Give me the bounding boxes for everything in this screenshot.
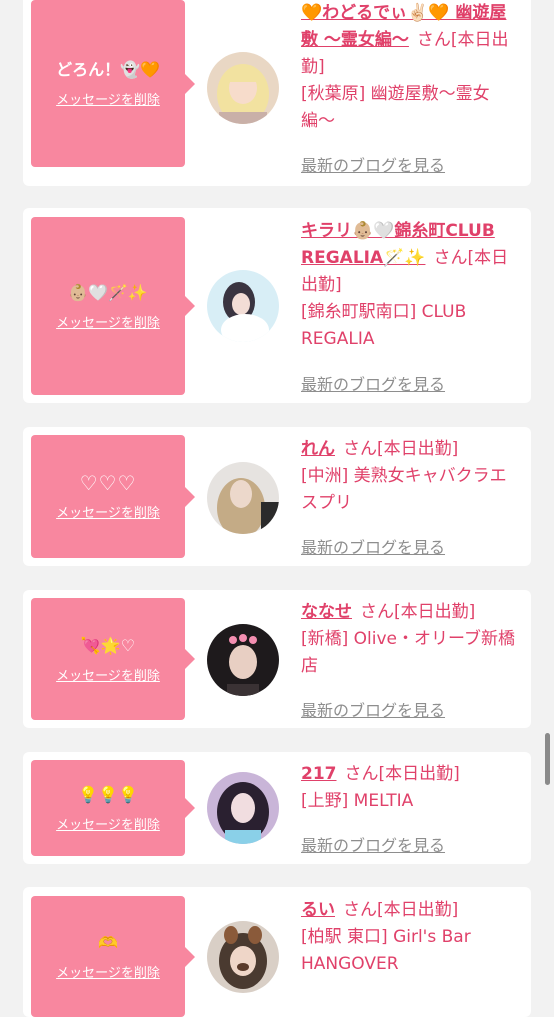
delete-message-link[interactable]: メッセージを削除 — [56, 502, 160, 521]
avatar[interactable] — [207, 624, 279, 696]
message-text: どろん！👻🧡 — [56, 60, 160, 79]
status-text: さん[本日出勤] — [344, 764, 460, 784]
avatar[interactable] — [207, 462, 279, 534]
delete-message-link[interactable]: メッセージを削除 — [56, 962, 160, 981]
message-bubble: 🫶 メッセージを削除 — [31, 896, 195, 1017]
message-text: 🫶 — [98, 933, 118, 952]
status-text: さん[本日出勤] — [343, 900, 459, 920]
message-card: 👶🏼🤍🪄✨ メッセージを削除 キラリ👶🏼🤍錦糸町CLUB REGALIA🪄✨ さん… — [23, 208, 531, 403]
girl-info: るい さん[本日出勤] [柏駅 東口] Girl's Bar HANGOVER — [301, 897, 521, 978]
message-card: ♡♡♡ メッセージを削除 れん さん[本日出勤] [中洲] 美熟女キャバクラエスプ… — [23, 427, 531, 566]
message-bubble: どろん！👻🧡 メッセージを削除 — [31, 0, 195, 167]
girl-info: れん さん[本日出勤] [中洲] 美熟女キャバクラエスプリ — [301, 436, 521, 517]
avatar[interactable] — [207, 52, 279, 124]
message-text: 💡💡💡 — [78, 784, 138, 804]
girl-name-link[interactable]: ななせ — [301, 602, 352, 622]
girl-info: キラリ👶🏼🤍錦糸町CLUB REGALIA🪄✨ さん[本日出勤] [錦糸町駅南口]… — [301, 218, 521, 353]
avatar[interactable] — [207, 270, 279, 342]
message-bubble: 👶🏼🤍🪄✨ メッセージを削除 — [31, 217, 195, 395]
latest-blog-link[interactable]: 最新のブログを見る — [301, 371, 445, 395]
girl-name-link[interactable]: れん — [301, 439, 335, 459]
girl-info: 217 さん[本日出勤] [上野] MELTIA — [301, 761, 521, 815]
message-text: 👶🏼🤍🪄✨ — [68, 282, 148, 302]
shop-text: [新橋] Olive・オリーブ新橋店 — [301, 629, 515, 676]
status-text: さん[本日出勤] — [343, 439, 459, 459]
message-text: 💘🌟♡ — [80, 635, 136, 655]
delete-message-link[interactable]: メッセージを削除 — [56, 89, 160, 108]
delete-message-link[interactable]: メッセージを削除 — [56, 814, 160, 833]
delete-message-link[interactable]: メッセージを削除 — [56, 665, 160, 684]
latest-blog-link[interactable]: 最新のブログを見る — [301, 152, 445, 176]
girl-name-link[interactable]: るい — [301, 900, 335, 920]
scrollbar[interactable] — [545, 733, 550, 785]
shop-text: [柏駅 東口] Girl's Bar HANGOVER — [301, 927, 471, 974]
shop-text: [錦糸町駅南口] CLUB REGALIA — [301, 302, 467, 349]
latest-blog-link[interactable]: 最新のブログを見る — [301, 534, 445, 558]
message-text: ♡♡♡ — [79, 471, 137, 495]
message-card: どろん！👻🧡 メッセージを削除 🧡わどるでぃ✌🏻🧡 幽遊屋敷 〜霊女編〜 さん[本… — [23, 0, 531, 186]
message-bubble: 💘🌟♡ メッセージを削除 — [31, 598, 195, 720]
latest-blog-link[interactable]: 最新のブログを見る — [301, 832, 445, 856]
message-bubble: ♡♡♡ メッセージを削除 — [31, 435, 195, 558]
girl-info: 🧡わどるでぃ✌🏻🧡 幽遊屋敷 〜霊女編〜 さん[本日出勤] [秋葉原] 幽遊屋敷〜… — [301, 0, 521, 135]
avatar[interactable] — [207, 921, 279, 993]
girl-name-link[interactable]: 217 — [301, 764, 337, 784]
message-card: 🫶 メッセージを削除 るい さん[本日出勤] [柏駅 東口] Girl's Bar… — [23, 887, 531, 1017]
shop-text: [中洲] 美熟女キャバクラエスプリ — [301, 466, 507, 513]
shop-text: [上野] MELTIA — [301, 791, 414, 811]
message-card: 💘🌟♡ メッセージを削除 ななせ さん[本日出勤] [新橋] Olive・オリーブ… — [23, 590, 531, 728]
message-card: 💡💡💡 メッセージを削除 217 さん[本日出勤] [上野] MELTIA 最新の… — [23, 752, 531, 864]
latest-blog-link[interactable]: 最新のブログを見る — [301, 697, 445, 721]
message-bubble: 💡💡💡 メッセージを削除 — [31, 760, 195, 856]
status-text: さん[本日出勤] — [360, 602, 476, 622]
shop-text: [秋葉原] 幽遊屋敷〜霊女編〜 — [301, 84, 490, 131]
avatar[interactable] — [207, 772, 279, 844]
delete-message-link[interactable]: メッセージを削除 — [56, 312, 160, 331]
girl-info: ななせ さん[本日出勤] [新橋] Olive・オリーブ新橋店 — [301, 599, 521, 680]
